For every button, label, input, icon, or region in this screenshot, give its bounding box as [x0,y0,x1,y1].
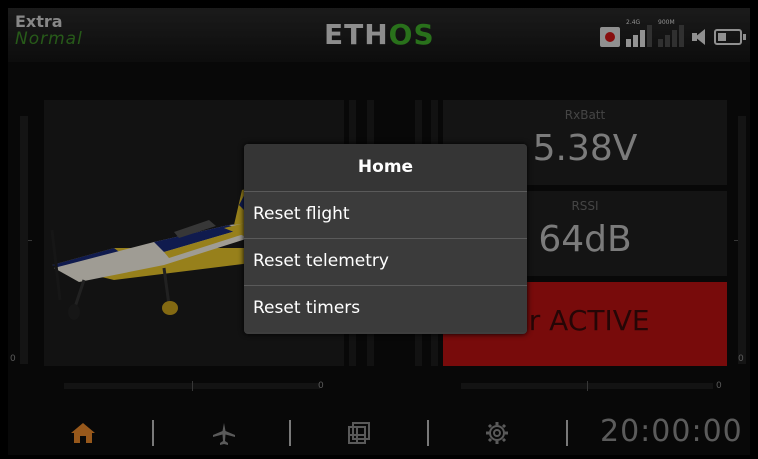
radio-screen: Extra Normal ETHOS 2.4G 900M 0 0 0 0 RxB… [8,8,750,455]
ethos-logo[interactable]: ETHOS [324,20,435,50]
status-icons: 2.4G 900M [600,19,746,47]
dialog-title: Home [244,144,527,191]
clock: 20:00:00 [600,414,743,449]
right-horizontal-trim-value: 0 [716,381,722,391]
left-horizontal-trim [64,381,320,391]
signal-900m-icon: 900M [658,19,684,47]
reset-timers-item[interactable]: Reset timers [244,285,527,332]
rf1-label: 2.4G [626,19,641,26]
rf2-label: 900M [658,19,675,26]
reset-flight-item[interactable]: Reset flight [244,191,527,238]
right-vertical-trim-value: 0 [738,354,744,364]
model-name[interactable]: Extra [15,14,63,30]
left-vertical-trim-value: 0 [10,354,16,364]
logo-part1: ETH [324,18,389,51]
reset-telemetry-item[interactable]: Reset telemetry [244,238,527,285]
right-horizontal-trim [461,381,713,391]
left-horizontal-trim-value: 0 [318,381,324,391]
bottom-bar: 20:00:00 [8,410,750,455]
record-icon [600,27,620,47]
signal-2g4-icon: 2.4G [626,19,652,47]
home-menu-dialog: Home Reset flight Reset telemetry Reset … [244,144,527,334]
speaker-icon[interactable] [690,27,708,47]
top-bar: Extra Normal ETHOS 2.4G 900M [8,8,750,62]
airplane-icon[interactable] [212,422,236,446]
flight-mode: Normal [15,29,83,49]
logo-part2: OS [388,18,435,51]
left-vertical-trim [20,116,32,364]
battery-icon [714,29,746,45]
right-vertical-trim [734,116,746,364]
layout-icon[interactable] [348,422,370,444]
rxbatt-label: RxBatt [564,108,606,122]
gear-icon[interactable] [486,422,508,444]
home-icon[interactable] [70,422,96,444]
